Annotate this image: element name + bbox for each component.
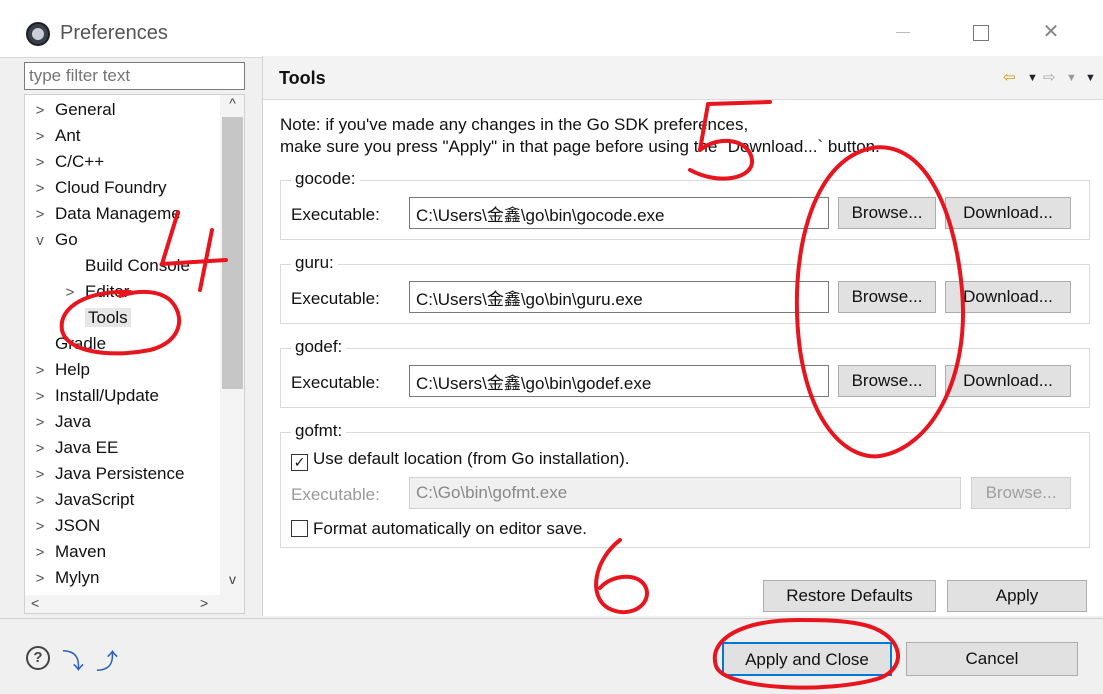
chevron-right-icon[interactable]: > [25,124,55,150]
forward-menu-icon[interactable]: ▼ [1066,72,1077,84]
godef-download-button[interactable]: Download... [945,365,1071,397]
forward-arrow-icon[interactable]: ⇨ [1043,68,1056,86]
godef-group: godef: Executable: Browse... Download... [280,337,1090,408]
apply-and-close-button[interactable]: Apply and Close [722,642,892,676]
preferences-tree: > General > Ant > C/C++ > Cloud Foundry > Dat… [24,94,245,614]
title-bar: Preferences ✕ [0,0,1103,58]
tree-item-data-management[interactable]: > Data Manageme [25,201,181,227]
chevron-right-icon[interactable]: > [25,488,55,514]
chevron-right-icon[interactable]: > [25,176,55,202]
maximize-icon[interactable] [958,14,1004,50]
chevron-right-icon[interactable]: > [25,358,55,384]
export-icon[interactable]: ⤴ [96,644,118,676]
page-title: Tools [279,68,326,88]
chevron-right-icon[interactable]: > [25,540,55,566]
tree-item-mylyn[interactable]: > Mylyn [25,565,100,592]
guru-group: guru: Executable: Browse... Download... [280,253,1090,324]
gofmt-label: gofmt: [291,421,347,441]
help-icon[interactable]: ? [26,646,50,670]
executable-label: Executable: [291,205,380,224]
scrollbar-thumb[interactable] [222,117,243,389]
checkbox-unchecked-icon[interactable] [291,520,308,537]
sdk-note: Note: if you've made any changes in the … [280,114,880,158]
window-title: Preferences [60,22,168,44]
tree-item-java-ee[interactable]: > Java EE [25,435,119,462]
tree-item-gradle[interactable]: Gradle [25,331,106,357]
scroll-right-icon[interactable]: > [200,595,208,611]
tree-item-java-persistence[interactable]: > Java Persistence [25,461,185,488]
tree-item-javascript[interactable]: > JavaScript [25,487,135,514]
guru-path-input[interactable] [409,281,829,313]
tree-item-go[interactable]: v Go [25,227,77,254]
minimize-icon[interactable] [880,14,926,50]
note-line-2: make sure you press "Apply" in that page… [280,137,880,156]
gofmt-browse-button: Browse... [971,477,1071,509]
tree-vertical-scrollbar[interactable]: ^ v [220,95,244,595]
gofmt-path-input [409,477,961,509]
guru-browse-button[interactable]: Browse... [838,281,936,313]
tree-item-maven[interactable]: > Maven [25,539,106,565]
chevron-right-icon[interactable]: > [25,98,55,124]
tree-item-ant[interactable]: > Ant [25,123,81,149]
chevron-right-icon[interactable]: > [25,462,55,488]
tree-item-java[interactable]: > Java [25,409,91,435]
format-on-save-checkbox[interactable]: Format automatically on editor save. [291,519,587,539]
tree-item-general[interactable]: > General [25,97,116,124]
executable-label: Executable: [291,289,380,308]
note-line-1: Note: if you've made any changes in the … [280,115,749,134]
tree-item-help[interactable]: > Help [25,357,90,383]
scroll-down-icon[interactable]: v [220,571,244,587]
tree-item-cpp[interactable]: > C/C++ [25,149,105,176]
checkbox-checked-icon[interactable]: ✓ [291,454,308,471]
tree-item-tools[interactable]: Tools [55,305,131,331]
chevron-right-icon[interactable]: > [25,514,55,540]
chevron-right-icon[interactable]: > [25,566,55,592]
chevron-right-icon[interactable]: > [25,384,55,410]
godef-browse-button[interactable]: Browse... [838,365,936,397]
tree-item-build-console[interactable]: Build Console [55,253,190,279]
filter-input[interactable] [24,62,245,90]
gocode-browse-button[interactable]: Browse... [838,197,936,229]
tree-item-editor[interactable]: > Editor [55,279,130,306]
back-menu-icon[interactable]: ▼ [1027,72,1038,84]
cancel-button[interactable]: Cancel [906,642,1078,676]
tree-item-install-update[interactable]: > Install/Update [25,383,159,409]
chevron-right-icon[interactable]: > [25,202,55,228]
godef-label: godef: [291,337,347,357]
scroll-up-icon[interactable]: ^ [220,95,244,111]
close-icon[interactable]: ✕ [1028,14,1074,50]
view-menu-icon[interactable]: ▼ [1085,72,1096,84]
chevron-right-icon[interactable]: > [25,436,55,462]
chevron-right-icon[interactable]: > [25,150,55,176]
guru-label: guru: [291,253,338,273]
executable-label: Executable: [291,373,380,392]
eclipse-icon [26,22,50,46]
tree-item-json[interactable]: > JSON [25,513,101,540]
scroll-left-icon[interactable]: < [31,595,39,611]
gocode-label: gocode: [291,169,360,189]
tools-preference-page: Tools ⇦ ▼ ⇨ ▼ ▼ Note: if you've made any… [262,56,1103,616]
godef-path-input[interactable] [409,365,829,397]
tree-horizontal-scrollbar[interactable]: < > [25,595,244,613]
footer-separator [0,618,1103,619]
restore-defaults-button[interactable]: Restore Defaults [763,580,936,612]
gofmt-group: gofmt: ✓ Use default location (from Go in… [280,421,1090,548]
gocode-path-input[interactable] [409,197,829,229]
gocode-download-button[interactable]: Download... [945,197,1071,229]
back-arrow-icon[interactable]: ⇦ [1003,68,1016,86]
chevron-right-icon[interactable]: > [55,280,85,306]
apply-button[interactable]: Apply [947,580,1087,612]
gocode-group: gocode: Executable: Browse... Download..… [280,169,1090,240]
page-header: Tools ⇦ ▼ ⇨ ▼ ▼ [263,56,1103,100]
executable-label: Executable: [291,485,380,504]
import-icon[interactable]: ⤵ [62,644,84,676]
chevron-down-icon[interactable]: v [25,228,55,254]
guru-download-button[interactable]: Download... [945,281,1071,313]
use-default-location-checkbox[interactable]: ✓ Use default location (from Go installat… [291,449,630,471]
tree-item-cloud-foundry[interactable]: > Cloud Foundry [25,175,167,201]
chevron-right-icon[interactable]: > [25,410,55,436]
